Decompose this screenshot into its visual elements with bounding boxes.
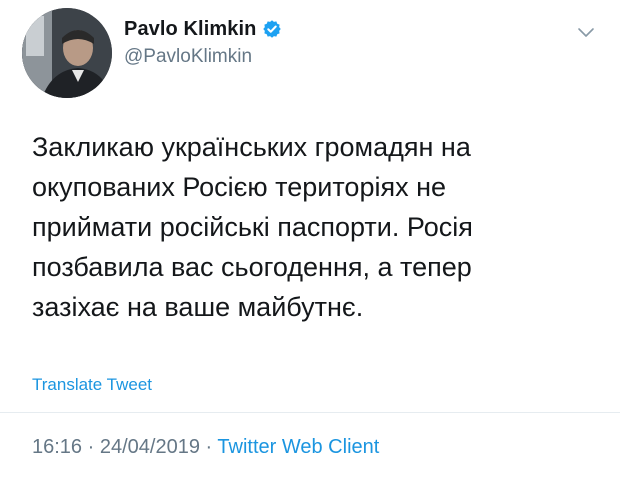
- meta-separator: ·: [87, 436, 95, 458]
- tweet-text-line: зазіхає на ваше майбутнє.: [32, 292, 364, 322]
- tweet-source-link[interactable]: Twitter Web Client: [217, 436, 379, 458]
- chevron-down-icon[interactable]: [576, 26, 596, 40]
- translate-tweet-link[interactable]: Translate Tweet: [32, 375, 152, 395]
- avatar-photo: [22, 8, 112, 98]
- tweet-date[interactable]: 24/04/2019: [100, 436, 200, 458]
- tweet-text-line: позбавила вас сьогодення, а тепер: [32, 252, 472, 282]
- author-handle[interactable]: @PavloKlimkin: [124, 46, 252, 68]
- verified-badge-icon: [263, 20, 282, 38]
- tweet-text-line: Закликаю українських громадян на: [32, 132, 471, 162]
- tweet-card: Pavlo Klimkin @PavloKlimkin Закликаю укр…: [0, 0, 620, 486]
- avatar[interactable]: [22, 8, 112, 98]
- tweet-text-line: окупованих Росією територіях не: [32, 172, 447, 202]
- meta-separator: ·: [205, 436, 213, 458]
- tweet-time[interactable]: 16:16: [32, 436, 82, 458]
- tweet-text: Закликаю українських громадян на окупова…: [32, 127, 602, 327]
- tweet-text-line: приймати російські паспорти. Росія: [32, 212, 473, 242]
- author-name-row[interactable]: Pavlo Klimkin: [124, 17, 282, 41]
- author-display-name[interactable]: Pavlo Klimkin: [124, 18, 256, 41]
- tweet-metadata: 16:16 · 24/04/2019 · Twitter Web Client: [32, 436, 379, 459]
- divider: [0, 412, 620, 413]
